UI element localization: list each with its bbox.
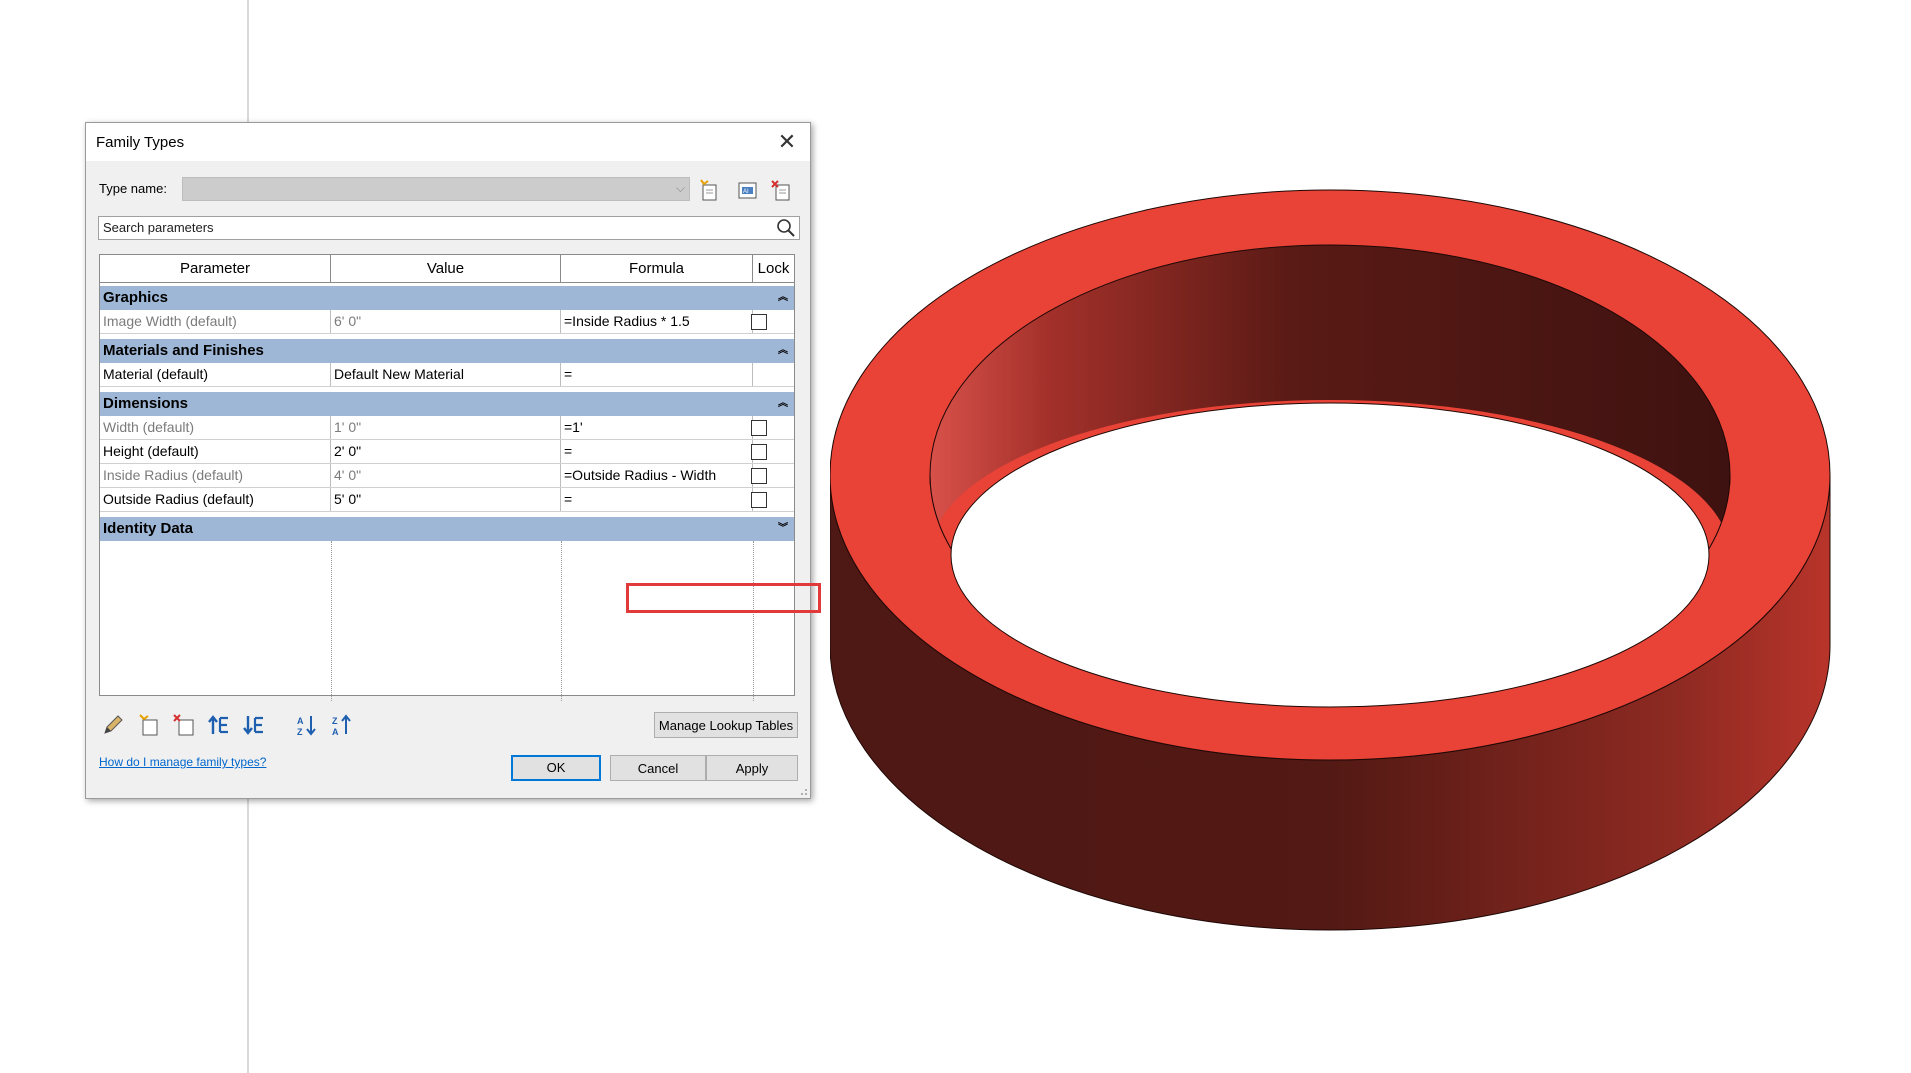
expand-icon[interactable]: ︾: [778, 517, 788, 541]
grid-column-divider: [561, 541, 754, 701]
formula-cell[interactable]: =1': [561, 416, 753, 439]
title-bar: Family Types ✕: [86, 123, 810, 161]
group-graphics[interactable]: Graphics ︽: [100, 286, 794, 310]
empty-grid-area: [100, 541, 794, 701]
parameter-cell[interactable]: Image Width (default): [100, 310, 331, 333]
lock-checkbox[interactable]: [751, 314, 767, 330]
parameter-cell[interactable]: Outside Radius (default): [100, 488, 331, 511]
svg-text:Z: Z: [297, 727, 303, 737]
lock-checkbox[interactable]: [751, 492, 767, 508]
table-row[interactable]: Outside Radius (default) 5' 0" =: [100, 488, 794, 512]
close-icon[interactable]: ✕: [772, 127, 802, 157]
column-header-formula[interactable]: Formula: [561, 255, 753, 283]
move-down-icon[interactable]: [241, 712, 267, 738]
collapse-icon[interactable]: ︽: [778, 392, 788, 416]
collapse-icon[interactable]: ︽: [778, 286, 788, 310]
svg-text:A: A: [297, 716, 304, 726]
grid-column-divider: [331, 541, 562, 701]
cancel-button[interactable]: Cancel: [610, 755, 706, 781]
sort-ascending-icon[interactable]: A Z: [295, 712, 321, 738]
value-cell[interactable]: 2' 0": [331, 440, 561, 463]
lock-checkbox[interactable]: [751, 444, 767, 460]
group-materials-and-finishes[interactable]: Materials and Finishes ︽: [100, 339, 794, 363]
grid-column-divider: [100, 541, 332, 701]
value-cell[interactable]: 1' 0": [331, 416, 561, 439]
help-link[interactable]: How do I manage family types?: [99, 755, 266, 769]
delete-type-icon[interactable]: [769, 178, 795, 202]
group-label: Identity Data: [103, 520, 194, 537]
formula-cell[interactable]: =: [561, 440, 753, 463]
parameter-cell[interactable]: Width (default): [100, 416, 331, 439]
column-header-lock[interactable]: Lock: [753, 255, 794, 283]
formula-highlight-box: [626, 583, 821, 613]
value-cell[interactable]: 5' 0": [331, 488, 561, 511]
rename-type-icon[interactable]: AI: [735, 178, 761, 202]
formula-cell[interactable]: =Inside Radius * 1.5: [561, 310, 753, 333]
group-label: Graphics: [103, 289, 169, 306]
edit-parameter-icon[interactable]: [100, 712, 126, 738]
search-icon[interactable]: [775, 217, 797, 239]
group-label: Dimensions: [103, 395, 189, 412]
column-header-value[interactable]: Value: [331, 255, 561, 283]
family-types-dialog: Family Types ✕ Type name: ⌵ AI Parameter…: [85, 122, 821, 799]
resize-grip-icon[interactable]: [798, 786, 808, 796]
parameter-cell[interactable]: Material (default): [100, 363, 331, 386]
column-header-parameter[interactable]: Parameter: [100, 255, 331, 283]
table-row[interactable]: Material (default) Default New Material …: [100, 363, 794, 387]
delete-parameter-icon[interactable]: [171, 712, 197, 738]
lock-checkbox[interactable]: [751, 468, 767, 484]
manage-lookup-tables-button[interactable]: Manage Lookup Tables: [654, 712, 798, 738]
collapse-icon[interactable]: ︽: [778, 339, 788, 363]
type-name-dropdown[interactable]: ⌵: [182, 177, 690, 201]
table-row[interactable]: Image Width (default) 6' 0" =Inside Radi…: [100, 310, 794, 334]
table-row[interactable]: Width (default) 1' 0" =1': [100, 416, 794, 440]
formula-cell[interactable]: =: [561, 363, 753, 386]
type-name-label: Type name:: [99, 181, 167, 196]
formula-cell[interactable]: =Outside Radius - Width: [561, 464, 753, 487]
sort-descending-icon[interactable]: Z A: [330, 712, 356, 738]
value-cell[interactable]: Default New Material: [331, 363, 561, 386]
svg-text:AI: AI: [743, 189, 749, 195]
table-row[interactable]: Inside Radius (default) 4' 0" =Outside R…: [100, 464, 794, 488]
value-cell[interactable]: 6' 0": [331, 310, 561, 333]
search-input[interactable]: [99, 217, 767, 237]
dialog-title: Family Types: [96, 134, 185, 151]
ring-3d-model: [830, 189, 1831, 931]
group-dimensions[interactable]: Dimensions ︽: [100, 392, 794, 416]
svg-text:Z: Z: [332, 716, 338, 726]
table-row[interactable]: Height (default) 2' 0" =: [100, 440, 794, 464]
chevron-down-icon: ⌵: [675, 181, 685, 195]
new-parameter-icon[interactable]: [136, 712, 162, 738]
group-label: Materials and Finishes: [103, 342, 264, 359]
lock-checkbox[interactable]: [751, 420, 767, 436]
value-cell[interactable]: 4' 0": [331, 464, 561, 487]
ok-button[interactable]: OK: [511, 755, 601, 781]
move-up-icon[interactable]: [206, 712, 232, 738]
search-box: [98, 216, 800, 240]
svg-text:A: A: [332, 727, 339, 737]
group-identity-data[interactable]: Identity Data ︾: [100, 517, 794, 541]
formula-cell[interactable]: =: [561, 488, 753, 511]
parameter-cell[interactable]: Height (default): [100, 440, 331, 463]
new-type-icon[interactable]: [697, 178, 723, 202]
parameter-cell[interactable]: Inside Radius (default): [100, 464, 331, 487]
parameters-grid: Parameter Value Formula Lock Graphics ︽ …: [99, 254, 795, 701]
apply-button[interactable]: Apply: [706, 755, 798, 781]
